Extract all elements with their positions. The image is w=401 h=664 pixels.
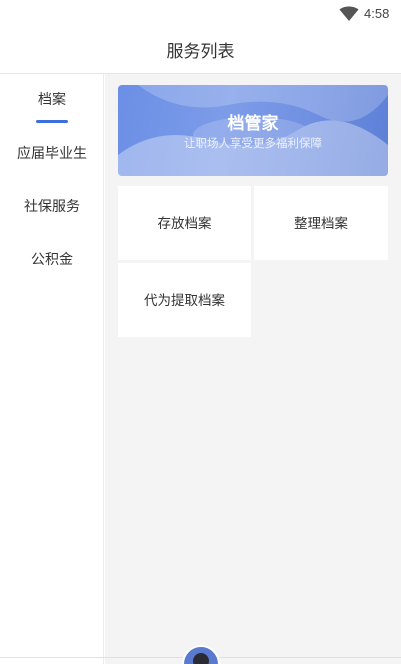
banner-subtitle: 让职场人享受更多福利保障 [184, 136, 322, 150]
sidebar: 档案 应届毕业生 社保服务 公积金 [0, 74, 104, 664]
status-time: 4:58 [364, 6, 390, 21]
banner-title: 档管家 [227, 114, 279, 134]
sidebar-item-housing-fund[interactable]: 公积金 [0, 240, 104, 280]
sidebar-item-social-security[interactable]: 社保服务 [0, 187, 104, 227]
service-store-archive[interactable]: 存放档案 [118, 186, 251, 260]
avatar-face-icon [193, 653, 209, 664]
sidebar-item-graduates[interactable]: 应届毕业生 [0, 134, 104, 174]
banner[interactable]: 档管家 让职场人享受更多福利保障 [118, 85, 388, 176]
app-bar: 服务列表 [0, 28, 401, 74]
page-title: 服务列表 [166, 42, 235, 62]
sidebar-active-indicator [36, 120, 68, 123]
wifi-icon [339, 6, 359, 21]
service-extract-archive[interactable]: 代为提取档案 [118, 263, 251, 337]
sidebar-item-archive[interactable]: 档案 [0, 80, 104, 120]
service-organize-archive[interactable]: 整理档案 [254, 186, 388, 260]
status-bar: 4:58 [0, 0, 401, 28]
content-area: 档管家 让职场人享受更多福利保障 存放档案 整理档案 代为提取档案 [105, 74, 401, 664]
